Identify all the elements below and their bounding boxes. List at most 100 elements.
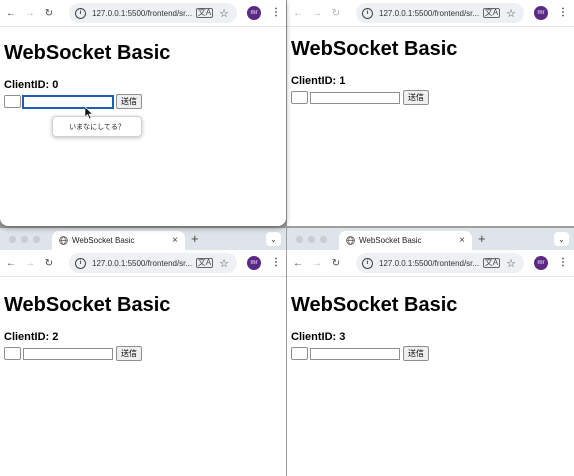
arrow-right-icon[interactable]: → bbox=[23, 256, 37, 270]
window-controls bbox=[9, 236, 40, 243]
address-bar[interactable]: i 127.0.0.1:5500/frontend/sr... 文A ☆ bbox=[69, 253, 237, 273]
page-content: WebSocket Basic ClientID: 3 送信 bbox=[287, 277, 574, 361]
reload-icon[interactable]: ↻ bbox=[42, 6, 56, 20]
minimize-window-dot[interactable] bbox=[21, 236, 28, 243]
address-bar[interactable]: i 127.0.0.1:5500/frontend/sr... 文A ☆ bbox=[69, 3, 237, 23]
message-form: 送信 bbox=[291, 346, 570, 361]
profile-avatar[interactable]: mr bbox=[534, 256, 548, 270]
tab-strip: WebSocket Basic × + ⌄ bbox=[0, 228, 286, 250]
mouse-cursor-icon bbox=[85, 107, 93, 119]
close-tab-icon[interactable]: × bbox=[456, 235, 468, 246]
page-title: WebSocket Basic bbox=[4, 294, 171, 316]
arrow-right-icon[interactable]: → bbox=[23, 6, 37, 20]
client-id-label: ClientID: 0 bbox=[4, 79, 59, 91]
zoom-window-dot[interactable] bbox=[320, 236, 327, 243]
browser-toolbar: ← → ↻ i 127.0.0.1:5500/frontend/sr... 文A… bbox=[287, 250, 574, 277]
browser-window-client-1: ← → ↻ i 127.0.0.1:5500/frontend/sr... 文A… bbox=[287, 0, 574, 226]
send-button[interactable]: 送信 bbox=[116, 346, 142, 361]
zoom-window-dot[interactable] bbox=[33, 236, 40, 243]
translate-icon[interactable]: 文A bbox=[195, 258, 214, 268]
message-input[interactable] bbox=[23, 347, 113, 360]
page-content: WebSocket Basic ClientID: 2 送信 bbox=[0, 277, 286, 361]
message-form: 送信 bbox=[4, 94, 282, 109]
client-id-label: ClientID: 2 bbox=[4, 331, 59, 343]
profile-avatar[interactable]: mr bbox=[247, 256, 261, 270]
send-button[interactable]: 送信 bbox=[403, 346, 429, 361]
browser-tab[interactable]: WebSocket Basic × bbox=[52, 231, 185, 250]
address-bar[interactable]: i 127.0.0.1:5500/frontend/sr... 文A ☆ bbox=[356, 3, 524, 23]
kebab-menu-icon[interactable]: ⋮ bbox=[271, 6, 281, 20]
tab-strip: WebSocket Basic × + ⌄ bbox=[287, 228, 574, 250]
message-form: 送信 bbox=[291, 90, 570, 105]
kebab-menu-icon[interactable]: ⋮ bbox=[558, 6, 568, 20]
tab-title: WebSocket Basic bbox=[72, 236, 135, 245]
arrow-left-icon[interactable]: ← bbox=[291, 256, 305, 270]
info-icon[interactable]: i bbox=[362, 257, 373, 269]
message-form: 送信 bbox=[4, 346, 282, 361]
profile-avatar[interactable]: mr bbox=[247, 6, 261, 20]
reload-icon[interactable]: ↻ bbox=[329, 6, 343, 20]
message-input[interactable] bbox=[310, 347, 400, 360]
info-icon[interactable]: i bbox=[75, 257, 86, 269]
star-icon[interactable]: ☆ bbox=[219, 257, 229, 270]
page-title: WebSocket Basic bbox=[4, 42, 171, 64]
close-window-dot[interactable] bbox=[9, 236, 16, 243]
profile-avatar[interactable]: mr bbox=[534, 6, 548, 20]
address-bar[interactable]: i 127.0.0.1:5500/frontend/sr... 文A ☆ bbox=[356, 253, 524, 273]
kebab-menu-icon[interactable]: ⋮ bbox=[271, 256, 281, 270]
translate-icon[interactable]: 文A bbox=[482, 258, 501, 268]
arrow-right-icon[interactable]: → bbox=[310, 6, 324, 20]
close-tab-icon[interactable]: × bbox=[169, 235, 181, 246]
translate-icon[interactable]: 文A bbox=[482, 8, 501, 18]
translate-icon[interactable]: 文A bbox=[195, 8, 214, 18]
address-url[interactable]: 127.0.0.1:5500/frontend/sr... bbox=[379, 259, 483, 268]
send-button[interactable]: 送信 bbox=[116, 94, 142, 109]
window-controls bbox=[296, 236, 327, 243]
message-input[interactable] bbox=[310, 91, 400, 104]
info-icon[interactable]: i bbox=[75, 7, 86, 19]
browser-window-client-0: ← → ↻ i 127.0.0.1:5500/frontend/sr... 文A… bbox=[0, 0, 286, 226]
tab-search-chevron-icon[interactable]: ⌄ bbox=[554, 232, 569, 246]
star-icon[interactable]: ☆ bbox=[506, 257, 516, 270]
message-input[interactable] bbox=[23, 95, 113, 108]
arrow-left-icon[interactable]: ← bbox=[4, 6, 18, 20]
browser-toolbar: ← → ↻ i 127.0.0.1:5500/frontend/sr... 文A… bbox=[0, 0, 286, 27]
browser-toolbar: ← → ↻ i 127.0.0.1:5500/frontend/sr... 文A… bbox=[287, 0, 574, 27]
reload-icon[interactable]: ↻ bbox=[329, 256, 343, 270]
globe-icon bbox=[345, 236, 355, 246]
tab-search-chevron-icon[interactable]: ⌄ bbox=[266, 232, 281, 246]
page-title: WebSocket Basic bbox=[291, 38, 458, 60]
reload-icon[interactable]: ↻ bbox=[42, 256, 56, 270]
send-button[interactable]: 送信 bbox=[403, 90, 429, 105]
message-checkbox[interactable] bbox=[4, 95, 21, 108]
minimize-window-dot[interactable] bbox=[308, 236, 315, 243]
address-url[interactable]: 127.0.0.1:5500/frontend/sr... bbox=[379, 9, 483, 18]
browser-tab[interactable]: WebSocket Basic × bbox=[339, 231, 472, 250]
client-id-label: ClientID: 1 bbox=[291, 75, 346, 87]
kebab-menu-icon[interactable]: ⋮ bbox=[558, 256, 568, 270]
page-content: WebSocket Basic ClientID: 1 送信 bbox=[287, 27, 574, 105]
input-suggestion-popup: いまなにしてる？ bbox=[52, 116, 142, 137]
page-content: WebSocket Basic ClientID: 0 送信 bbox=[0, 27, 286, 109]
client-id-label: ClientID: 3 bbox=[291, 331, 346, 343]
arrow-right-icon[interactable]: → bbox=[310, 256, 324, 270]
browser-window-client-2: WebSocket Basic × + ⌄ ← → ↻ i 127.0.0.1:… bbox=[0, 228, 286, 476]
info-icon[interactable]: i bbox=[362, 7, 373, 19]
message-checkbox[interactable] bbox=[291, 91, 308, 104]
address-url[interactable]: 127.0.0.1:5500/frontend/sr... bbox=[92, 9, 196, 18]
address-url[interactable]: 127.0.0.1:5500/frontend/sr... bbox=[92, 259, 196, 268]
arrow-left-icon[interactable]: ← bbox=[4, 256, 18, 270]
browser-toolbar: ← → ↻ i 127.0.0.1:5500/frontend/sr... 文A… bbox=[0, 250, 286, 277]
star-icon[interactable]: ☆ bbox=[219, 7, 229, 20]
globe-icon bbox=[58, 236, 68, 246]
page-title: WebSocket Basic bbox=[291, 294, 458, 316]
arrow-left-icon[interactable]: ← bbox=[291, 6, 305, 20]
message-checkbox[interactable] bbox=[4, 347, 21, 360]
browser-window-client-3: WebSocket Basic × + ⌄ ← → ↻ i 127.0.0.1:… bbox=[287, 228, 574, 476]
star-icon[interactable]: ☆ bbox=[506, 7, 516, 20]
message-checkbox[interactable] bbox=[291, 347, 308, 360]
new-tab-icon[interactable]: + bbox=[478, 232, 486, 246]
close-window-dot[interactable] bbox=[296, 236, 303, 243]
new-tab-icon[interactable]: + bbox=[191, 232, 199, 246]
tab-title: WebSocket Basic bbox=[359, 236, 422, 245]
